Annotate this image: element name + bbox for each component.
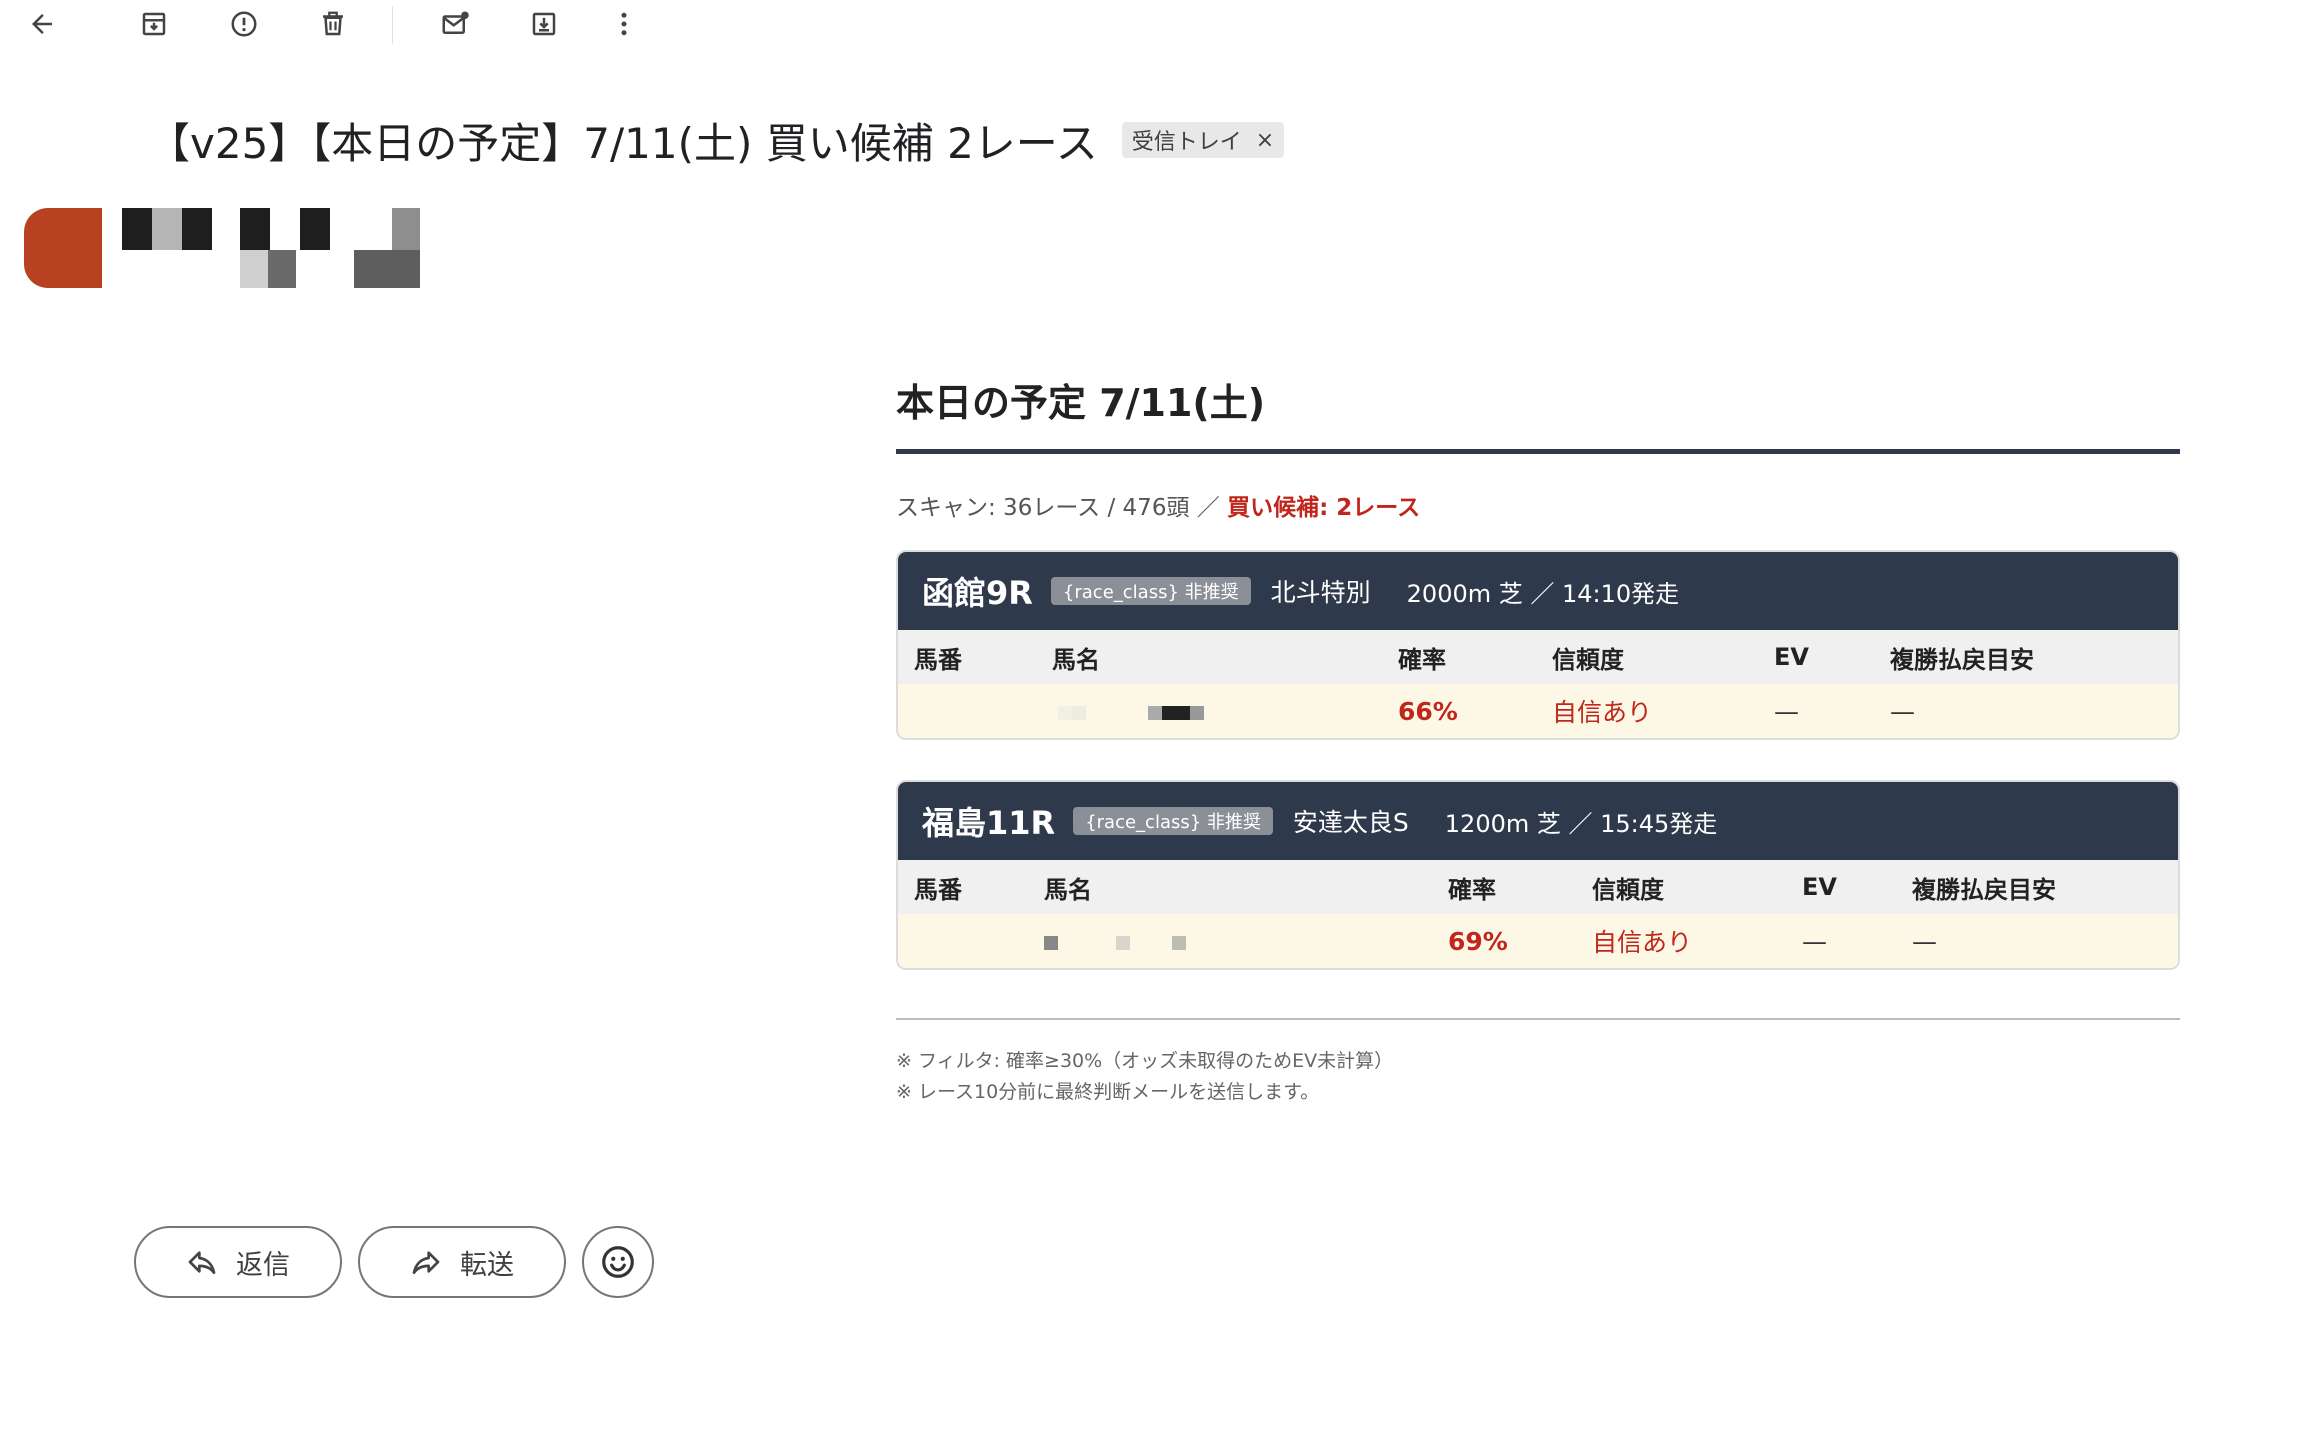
col-payout: 複勝払戻目安 bbox=[1874, 630, 2178, 684]
forward-button[interactable]: 転送 bbox=[358, 1226, 566, 1298]
race-class-badge: {race_class} 非推奨 bbox=[1050, 577, 1251, 605]
message-toolbar bbox=[0, 0, 2324, 52]
col-prob: 確率 bbox=[1382, 630, 1536, 684]
archive-button[interactable] bbox=[134, 4, 174, 44]
col-horse: 馬名 bbox=[1028, 860, 1432, 914]
race-header: 函館9R {race_class} 非推奨 北斗特別 2000m 芝 ／ 14:… bbox=[898, 552, 2178, 630]
schedule-title: 本日の予定 7/11(土) bbox=[896, 372, 2180, 454]
subject-row: 【v25】【本日の予定】7/11(土) 買い候補 2レース 受信トレイ × bbox=[148, 110, 1285, 170]
email-subject: 【v25】【本日の予定】7/11(土) 買い候補 2レース bbox=[148, 118, 1098, 168]
col-ev: EV bbox=[1758, 630, 1874, 684]
note-filter: ※ フィルタ: 確率≥30%（オッズ未取得のためEV未計算） bbox=[896, 1050, 1394, 1072]
email-body: 本日の予定 7/11(土) スキャン: 36レース / 476頭 ／ 買い候補:… bbox=[896, 372, 2180, 1108]
race-card: 函館9R {race_class} 非推奨 北斗特別 2000m 芝 ／ 14:… bbox=[896, 550, 2180, 740]
cell-ev: — bbox=[1758, 684, 1874, 738]
note-final-mail: ※ レース10分前に最終判断メールを送信します。 bbox=[896, 1081, 1320, 1103]
footer-notes: ※ フィルタ: 確率≥30%（オッズ未取得のためEV未計算） ※ レース10分前… bbox=[896, 1046, 2180, 1108]
col-confidence: 信頼度 bbox=[1576, 860, 1786, 914]
table-header-row: 馬番 馬名 確率 信頼度 EV 複勝払戻目安 bbox=[898, 860, 2178, 914]
cell-ev: — bbox=[1786, 914, 1896, 968]
toolbar-separator bbox=[392, 6, 393, 44]
candidate-count: 買い候補: 2レース bbox=[1227, 495, 1421, 521]
race-title: 北斗特別 bbox=[1270, 578, 1371, 607]
scan-summary: スキャン: 36レース / 476頭 ／ 買い候補: 2レース bbox=[896, 488, 2180, 522]
move-to-icon bbox=[532, 12, 556, 36]
label-chip-text: 受信トレイ bbox=[1131, 130, 1242, 155]
table-row: 66% 自信あり — — bbox=[898, 684, 2178, 738]
race-table: 馬番 馬名 確率 信頼度 EV 複勝払戻目安 66% 自信あり — — bbox=[898, 630, 2178, 738]
cell-confidence: 自信あり bbox=[1536, 684, 1758, 738]
cell-prob: 66% bbox=[1382, 684, 1536, 738]
col-payout: 複勝払戻目安 bbox=[1896, 860, 2178, 914]
col-number: 馬番 bbox=[898, 860, 1028, 914]
message-actions: 返信 転送 bbox=[134, 1226, 654, 1298]
cell-number bbox=[898, 684, 1036, 738]
reply-button[interactable]: 返信 bbox=[134, 1226, 342, 1298]
col-confidence: 信頼度 bbox=[1536, 630, 1758, 684]
remove-label-icon[interactable]: × bbox=[1256, 128, 1274, 153]
mark-unread-icon bbox=[442, 11, 469, 34]
back-button[interactable] bbox=[22, 4, 62, 44]
report-spam-icon bbox=[231, 11, 257, 37]
table-header-row: 馬番 馬名 確率 信頼度 EV 複勝払戻目安 bbox=[898, 630, 2178, 684]
delete-icon bbox=[323, 11, 343, 36]
mark-unread-button[interactable] bbox=[435, 4, 475, 44]
smiley-icon bbox=[602, 1246, 634, 1278]
back-arrow-icon bbox=[32, 14, 52, 34]
scan-summary-text: スキャン: 36レース / 476頭 ／ bbox=[896, 495, 1228, 521]
table-row: 69% 自信あり — — bbox=[898, 914, 2178, 968]
col-number: 馬番 bbox=[898, 630, 1036, 684]
col-ev: EV bbox=[1786, 860, 1896, 914]
race-class-badge: {race_class} 非推奨 bbox=[1073, 807, 1273, 835]
race-title: 安達太良S bbox=[1292, 808, 1409, 837]
race-name: 福島11R bbox=[922, 804, 1056, 842]
reply-icon bbox=[188, 1251, 216, 1274]
cell-number bbox=[898, 914, 1028, 968]
move-to-button[interactable] bbox=[524, 4, 564, 44]
sender-info bbox=[24, 208, 424, 294]
report-spam-button[interactable] bbox=[224, 4, 264, 44]
emoji-reaction-button[interactable] bbox=[582, 1226, 654, 1298]
forward-icon bbox=[412, 1251, 440, 1274]
cell-payout: — bbox=[1896, 914, 2178, 968]
race-card: 福島11R {race_class} 非推奨 安達太良S 1200m 芝 ／ 1… bbox=[896, 780, 2180, 970]
reply-label: 返信 bbox=[236, 1249, 290, 1281]
delete-button[interactable] bbox=[313, 4, 353, 44]
race-info: 2000m 芝 ／ 14:10発走 bbox=[1406, 579, 1680, 608]
more-options-button[interactable] bbox=[604, 4, 644, 44]
redacted-sender-name bbox=[122, 208, 522, 294]
cell-prob: 69% bbox=[1432, 914, 1576, 968]
race-table: 馬番 馬名 確率 信頼度 EV 複勝払戻目安 69% 自信あり — — bbox=[898, 860, 2178, 968]
inbox-label-chip[interactable]: 受信トレイ × bbox=[1121, 122, 1285, 158]
cell-horse-redacted bbox=[1028, 914, 1432, 968]
cell-horse-redacted bbox=[1036, 684, 1382, 738]
race-header: 福島11R {race_class} 非推奨 安達太良S 1200m 芝 ／ 1… bbox=[898, 782, 2178, 860]
footer-divider bbox=[896, 1018, 2180, 1020]
cell-confidence: 自信あり bbox=[1576, 914, 1786, 968]
archive-icon bbox=[142, 12, 166, 36]
race-info: 1200m 芝 ／ 15:45発走 bbox=[1444, 809, 1718, 838]
col-horse: 馬名 bbox=[1036, 630, 1382, 684]
col-prob: 確率 bbox=[1432, 860, 1576, 914]
more-vert-icon bbox=[621, 12, 627, 36]
race-name: 函館9R bbox=[922, 574, 1033, 612]
forward-label: 転送 bbox=[460, 1249, 514, 1281]
sender-avatar[interactable] bbox=[24, 208, 102, 288]
cell-payout: — bbox=[1874, 684, 2178, 738]
